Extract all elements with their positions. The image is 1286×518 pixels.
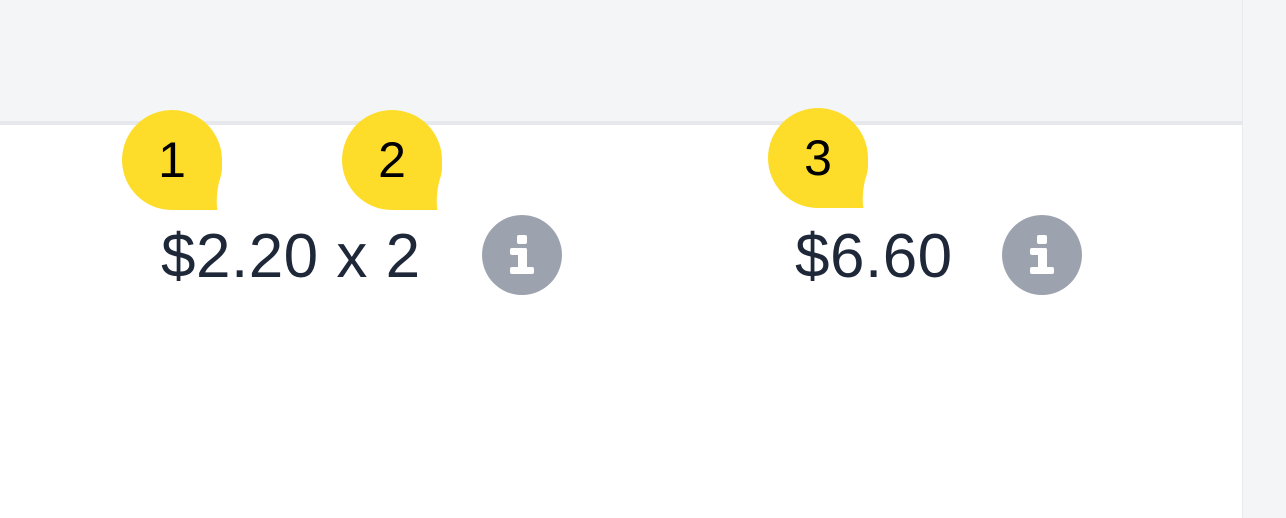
annotation-badge-1: 1: [122, 110, 222, 210]
info-glyph: [1030, 235, 1054, 274]
badge-label: 1: [158, 132, 186, 188]
badge-label: 3: [804, 130, 832, 186]
info-icon[interactable]: [482, 215, 562, 295]
unit-price-text: $2.20 x 2: [161, 222, 421, 291]
annotation-badge-2: 2: [342, 110, 442, 210]
table-header-band: [0, 0, 1242, 125]
info-icon[interactable]: [1002, 215, 1082, 295]
info-glyph: [510, 235, 534, 274]
total-price-text: $6.60: [795, 222, 953, 291]
annotation-badge-3: 3: [768, 108, 868, 208]
badge-label: 2: [378, 132, 406, 188]
scrollbar-track[interactable]: [1242, 0, 1286, 518]
